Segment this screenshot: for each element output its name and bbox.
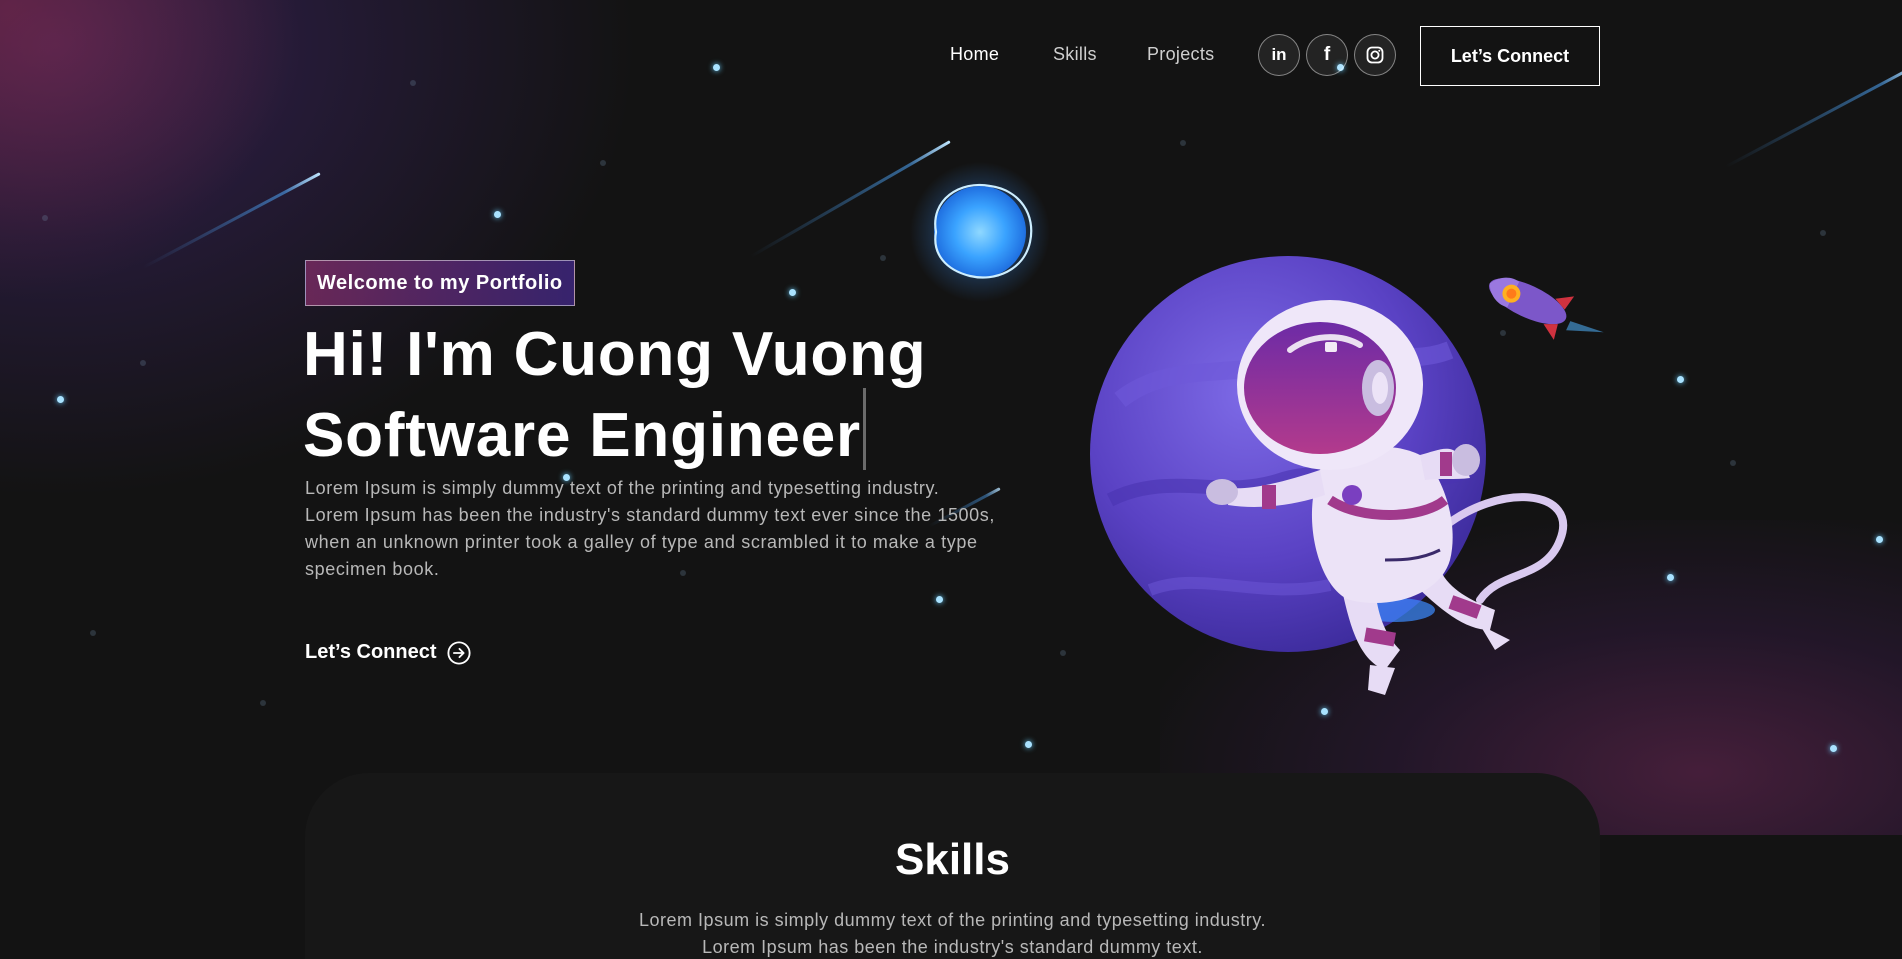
glowing-planet-icon [910, 162, 1050, 302]
skills-section: Skills Lorem Ipsum is simply dummy text … [305, 773, 1600, 959]
skills-description-line-2: Lorem Ipsum has been the industry's stan… [702, 937, 1203, 957]
skills-title: Skills [895, 835, 1010, 884]
rocket-icon [1489, 277, 1604, 340]
skills-description-line-1: Lorem Ipsum is simply dummy text of the … [639, 910, 1266, 930]
skills-description: Lorem Ipsum is simply dummy text of the … [305, 907, 1600, 959]
page: Home Skills Projects in f Let’s Connect … [0, 0, 1902, 959]
